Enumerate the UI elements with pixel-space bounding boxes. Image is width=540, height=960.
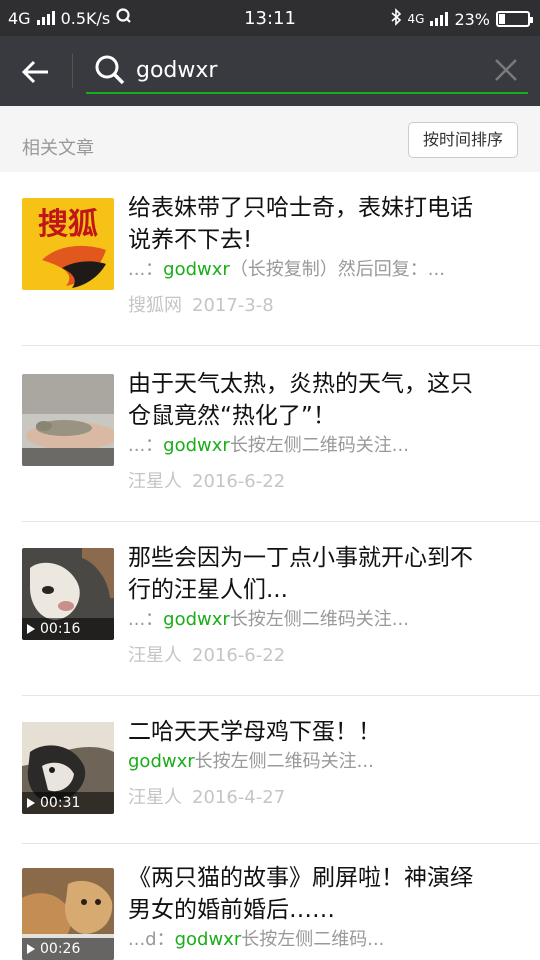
title-line: 那些会因为一丁点小事就开心到不: [128, 545, 473, 571]
back-button[interactable]: [16, 52, 56, 92]
status-bar: 4G 0.5K/s 13:11 4G 23%: [0, 0, 540, 36]
result-date: 2016-6-22: [192, 471, 286, 492]
snippet-suffix: 长按左侧二维码关注...: [229, 435, 409, 456]
result-date: 2016-6-22: [192, 645, 286, 666]
snippet-suffix: 长按左侧二维码关注...: [194, 751, 374, 772]
header-divider: [72, 54, 73, 88]
play-icon: [27, 798, 35, 808]
result-meta: 汪星人 2016-6-22: [128, 468, 520, 496]
thumbnail-cats-video: 00:26: [22, 868, 114, 960]
list-item[interactable]: 搜狐 给表妹带了只哈士奇，表妹打电话 说养不下去! ...：godwxr（长按复…: [22, 172, 540, 346]
video-duration: 00:16: [22, 618, 114, 640]
snippet-highlight: godwxr: [163, 259, 230, 280]
result-source: 汪星人: [128, 645, 182, 666]
snippet-suffix: 长按左侧二维码...: [241, 929, 385, 950]
signal-icon-right: [430, 12, 449, 26]
list-item[interactable]: 00:16 那些会因为一丁点小事就开心到不 行的汪星人们... ...：godw…: [22, 522, 540, 696]
snippet-highlight: godwxr: [163, 609, 230, 630]
title-line: 由于天气太热，炎热的天气，这只: [128, 371, 473, 397]
snippet-prefix: ...：: [128, 259, 164, 280]
result-meta: 汪星人 2016-4-27: [128, 784, 520, 812]
snippet-highlight: godwxr: [163, 435, 230, 456]
duration-label: 00:16: [40, 621, 81, 637]
title-line: 给表妹带了只哈士奇，表妹打电话: [128, 195, 473, 221]
result-text: 二哈天天学母鸡下蛋！！ godwxr长按左侧二维码关注... 汪星人 2016-4…: [128, 716, 520, 812]
snippet-prefix: ...d：: [128, 929, 175, 950]
video-duration: 00:31: [22, 792, 114, 814]
battery-percent: 23%: [454, 9, 490, 29]
thumbnail-hamster-photo: [22, 374, 114, 466]
result-text: 给表妹带了只哈士奇，表妹打电话 说养不下去! ...：godwxr（长按复制）然…: [128, 192, 520, 320]
title-line: 行的汪星人们...: [128, 577, 288, 603]
play-icon: [27, 624, 35, 634]
result-title: 由于天气太热，炎热的天气，这只 仓鼠竟然“热化了”！: [128, 368, 520, 432]
snippet-prefix: ...：: [128, 435, 164, 456]
result-meta: 搜狐网 2017-3-8: [128, 292, 520, 320]
result-text: 《两只猫的故事》刷屏啦！神演绎 男女的婚前婚后…… ...d：godwxr长按左…: [128, 862, 520, 954]
list-item[interactable]: 00:31 二哈天天学母鸡下蛋！！ godwxr长按左侧二维码关注... 汪星人…: [22, 696, 540, 844]
result-title: 二哈天天学母鸡下蛋！！: [128, 716, 520, 748]
duration-label: 00:31: [40, 795, 81, 811]
snippet-highlight: godwxr: [174, 929, 242, 950]
result-snippet: ...：godwxr（长按复制）然后回复：...: [128, 256, 520, 284]
title-line: 《两只猫的故事》刷屏啦！神演绎: [128, 865, 473, 891]
clear-icon[interactable]: [492, 56, 520, 84]
back-arrow-icon: [21, 60, 48, 84]
result-meta: 汪星人 2016-6-22: [128, 642, 520, 670]
title-line: 说养不下去!: [128, 227, 253, 253]
result-snippet: ...：godwxr长按左侧二维码关注...: [128, 606, 520, 634]
result-source: 汪星人: [128, 471, 182, 492]
result-snippet: ...：godwxr长按左侧二维码关注...: [128, 432, 520, 460]
title-line: 二哈天天学母鸡下蛋！！: [128, 719, 381, 745]
result-title: 《两只猫的故事》刷屏啦！神演绎 男女的婚前婚后……: [128, 862, 520, 926]
video-duration: 00:26: [22, 938, 114, 960]
result-date: 2016-4-27: [192, 787, 286, 808]
result-source: 搜狐网: [128, 295, 182, 316]
search-header: [0, 36, 540, 106]
snippet-suffix: （长按复制）然后回复：...: [229, 259, 445, 280]
bluetooth-icon: [390, 8, 402, 30]
results-panel: 相关文章 按时间排序 搜狐 给表妹带了只哈士奇，表妹打电话 说养不下去! ...…: [0, 106, 540, 960]
svg-text:搜狐: 搜狐: [38, 207, 98, 242]
result-date: 2017-3-8: [192, 295, 274, 316]
thumbnail-sohu-logo: 搜狐: [22, 198, 114, 290]
network-type-right: 4G: [407, 12, 425, 26]
play-icon: [27, 944, 35, 954]
duration-label: 00:26: [40, 941, 81, 957]
result-text: 由于天气太热，炎热的天气，这只 仓鼠竟然“热化了”！ ...：godwxr长按左…: [128, 368, 520, 496]
snippet-suffix: 长按左侧二维码关注...: [229, 609, 409, 630]
snippet-prefix: ...：: [128, 609, 164, 630]
list-item[interactable]: 由于天气太热，炎热的天气，这只 仓鼠竟然“热化了”！ ...：godwxr长按左…: [22, 346, 540, 522]
search-box[interactable]: [86, 46, 528, 94]
result-source: 汪星人: [128, 787, 182, 808]
status-right: 4G 23%: [390, 8, 533, 30]
search-icon: [95, 55, 125, 85]
thumbnail-dog-video: 00:16: [22, 548, 114, 640]
result-title: 那些会因为一丁点小事就开心到不 行的汪星人们...: [128, 542, 520, 606]
result-snippet: ...d：godwxr长按左侧二维码...: [128, 926, 520, 954]
search-input[interactable]: [136, 54, 476, 86]
sort-by-time-button[interactable]: 按时间排序: [407, 122, 518, 158]
result-snippet: godwxr长按左侧二维码关注...: [128, 748, 520, 776]
result-title: 给表妹带了只哈士奇，表妹打电话 说养不下去!: [128, 192, 520, 256]
title-line: 男女的婚前婚后……: [128, 897, 335, 923]
list-item[interactable]: 00:26 《两只猫的故事》刷屏啦！神演绎 男女的婚前婚后…… ...d：god…: [22, 844, 540, 960]
snippet-highlight: godwxr: [128, 751, 195, 772]
section-title: 相关文章: [22, 138, 94, 159]
result-text: 那些会因为一丁点小事就开心到不 行的汪星人们... ...：godwxr长按左侧…: [128, 542, 520, 670]
section-header: 相关文章 按时间排序: [0, 106, 540, 172]
thumbnail-husky-video: 00:31: [22, 722, 114, 814]
title-line: 仓鼠竟然“热化了”！: [128, 403, 336, 429]
battery-icon: [496, 11, 533, 27]
